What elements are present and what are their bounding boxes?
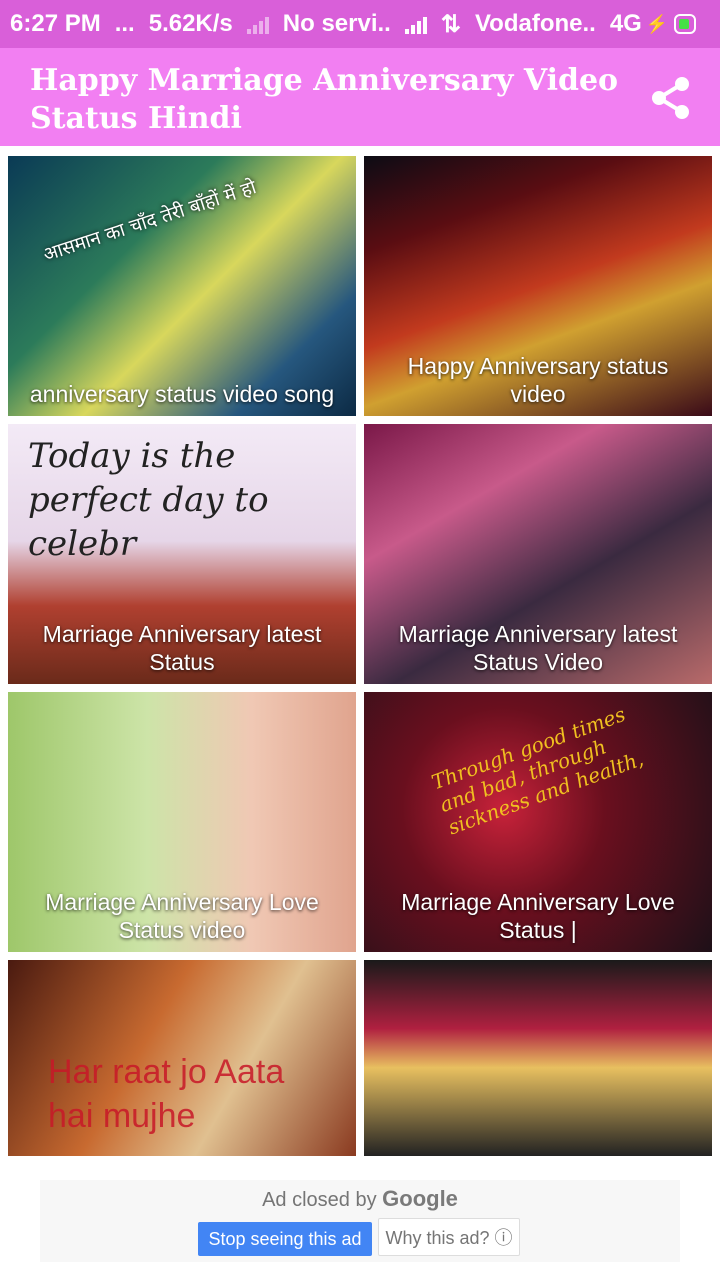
video-thumbnail: आसमान का चाँद तेरी बाँहों में हो (8, 156, 356, 416)
data-arrows-icon: ⇅ (440, 10, 461, 38)
video-card[interactable]: Marriage Anniversary Love Status video (8, 692, 356, 952)
video-card[interactable]: Har raat jo Aata hai mujhe (8, 960, 356, 1156)
signal-weak-icon (246, 14, 269, 34)
thumbnail-overlay-text: Today is the perfect day to celebr (28, 436, 269, 564)
video-card[interactable]: Happy Anniversary status video (364, 156, 712, 416)
ad-closed-message: Ad closed by Google (40, 1186, 680, 1212)
network-type: 4G (609, 10, 642, 37)
signal-strong-icon (404, 14, 427, 34)
share-icon[interactable] (650, 76, 692, 120)
video-card[interactable]: Through good times and bad, through sick… (364, 692, 712, 952)
ad-banner: Ad closed by Google Stop seeing this ad … (40, 1180, 680, 1262)
video-grid: आसमान का चाँद तेरी बाँहों में हो anniver… (8, 156, 712, 1156)
app-bar: Happy Marriage Anniversary Video Status … (0, 48, 720, 146)
video-title: Marriage Anniversary latest Status Video (398, 621, 678, 675)
charging-icon: ⚡ (645, 13, 669, 34)
stop-seeing-ad-button[interactable]: Stop seeing this ad (198, 1222, 372, 1256)
video-card[interactable] (364, 960, 712, 1156)
video-thumbnail: Har raat jo Aata hai mujhe (8, 960, 356, 1156)
notification-dots: ... (114, 10, 135, 37)
video-title: Marriage Anniversary latest Status (42, 621, 322, 675)
video-card[interactable]: Today is the perfect day to celebr Marri… (8, 424, 356, 684)
sim1-label: No servi.. (282, 10, 391, 37)
sim2-label: Vodafone.. (474, 10, 596, 37)
app-title: Happy Marriage Anniversary Video Status … (30, 63, 619, 136)
battery-icon (674, 14, 696, 34)
video-card[interactable]: Marriage Anniversary latest Status Video (364, 424, 712, 684)
thumbnail-overlay-text: Through good times and bad, through sick… (428, 701, 647, 840)
why-this-ad-button[interactable]: Why this ad? ⓘ (378, 1218, 520, 1256)
video-card[interactable]: आसमान का चाँद तेरी बाँहों में हो anniver… (8, 156, 356, 416)
clock: 6:27 PM (10, 10, 101, 37)
thumbnail-overlay-text: आसमान का चाँद तेरी बाँहों में हो (40, 176, 260, 266)
video-title: Marriage Anniversary Love Status video (45, 889, 319, 943)
video-title: Marriage Anniversary Love Status | (401, 889, 675, 943)
video-title: anniversary status video song (29, 381, 335, 407)
ad-closed-text: Ad closed by (262, 1189, 377, 1211)
thumbnail-overlay-text: Har raat jo Aata hai mujhe (48, 1053, 285, 1135)
video-thumbnail (364, 960, 712, 1156)
video-title: Happy Anniversary status video (407, 353, 669, 407)
network-speed: 5.62K/s (148, 10, 233, 37)
status-bar: 6:27 PM ... 5.62K/s No servi.. ⇅ Vodafon… (0, 0, 720, 48)
google-logo: Google (382, 1186, 458, 1211)
